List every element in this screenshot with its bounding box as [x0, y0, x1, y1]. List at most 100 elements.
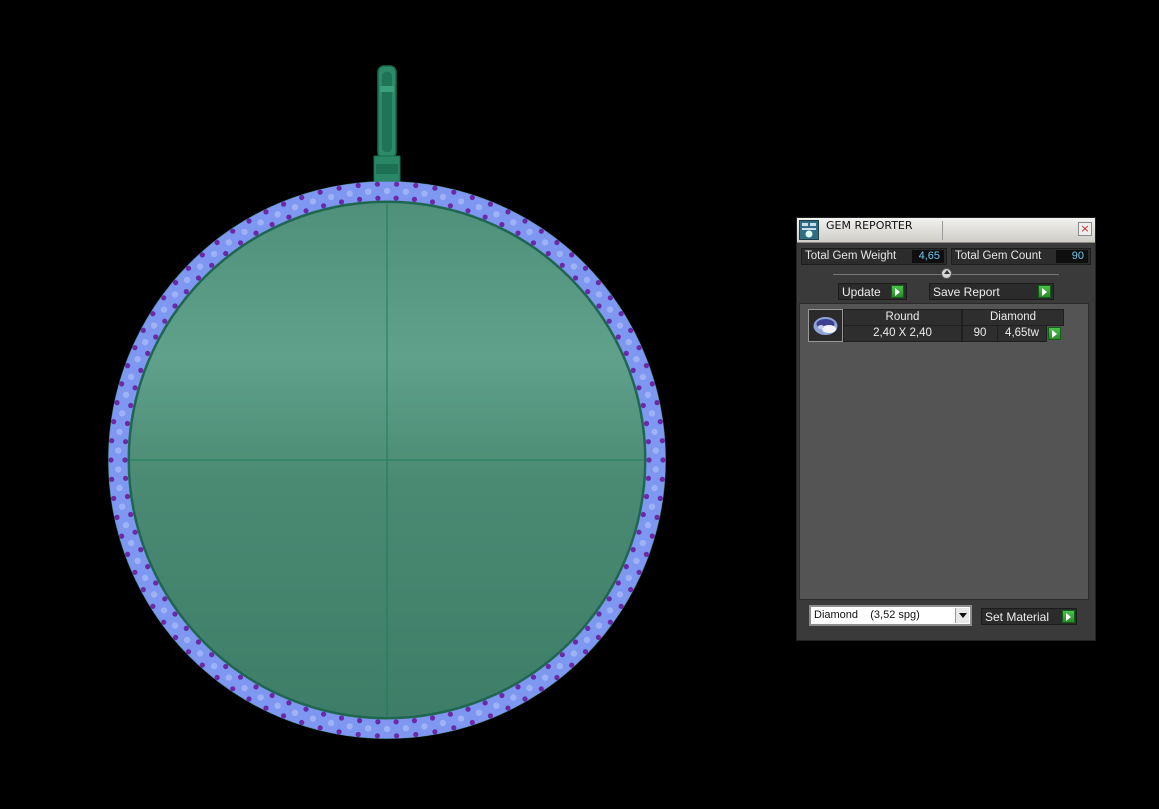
- gem-prong: [487, 713, 493, 719]
- gem-prong: [153, 334, 159, 340]
- gem-prong: [630, 547, 636, 553]
- gem-prong: [394, 733, 400, 739]
- gem-prong: [515, 684, 521, 690]
- gem-prong: [124, 420, 131, 427]
- gem-prong: [615, 334, 621, 340]
- panel-titlebar[interactable]: GEM REPORTER ×: [797, 218, 1095, 243]
- gem-prong: [185, 265, 192, 271]
- gem-stone: [128, 539, 135, 547]
- update-button[interactable]: Update: [838, 283, 907, 300]
- gem-count: 90: [962, 325, 998, 342]
- gem-prong: [530, 240, 537, 246]
- gem-prong: [393, 719, 399, 725]
- gem-stone: [210, 250, 218, 258]
- close-icon[interactable]: ×: [1078, 222, 1092, 236]
- gem-stone: [651, 428, 658, 436]
- gem-stone: [651, 484, 658, 492]
- gem-prong: [150, 603, 156, 609]
- gem-prong: [111, 495, 117, 501]
- gem-stone: [639, 539, 646, 547]
- gem-prong: [214, 239, 220, 246]
- gem-prong: [636, 345, 642, 351]
- gem-stone: [115, 466, 122, 473]
- gem-list[interactable]: Round Diamond 2,40 X 2,40 90 4,65tw: [799, 303, 1089, 600]
- gem-prong: [321, 711, 327, 717]
- gem-prong: [253, 684, 259, 690]
- gem-stone: [616, 322, 624, 329]
- gem-stone: [128, 373, 135, 381]
- chevron-down-icon[interactable]: [955, 608, 969, 623]
- gem-prong: [596, 611, 602, 617]
- gem-prong: [303, 208, 309, 214]
- gem-prong: [545, 663, 551, 670]
- gem-prong: [336, 185, 342, 191]
- gem-prong: [559, 652, 565, 658]
- gem-prong: [645, 439, 652, 445]
- gem-prong: [554, 674, 560, 681]
- gem-stone: [625, 338, 632, 346]
- gem-row-go-icon[interactable]: [1048, 327, 1061, 340]
- gem-stone: [160, 306, 168, 313]
- gem-prong: [199, 252, 205, 258]
- gem-prong: [628, 327, 634, 333]
- gem-prong: [375, 719, 381, 725]
- gem-prong: [303, 706, 309, 712]
- gem-prong: [447, 711, 453, 717]
- gem-prong: [572, 275, 579, 281]
- gem-stone: [160, 607, 168, 614]
- list-item[interactable]: Round Diamond 2,40 X 2,40 90 4,65tw: [808, 309, 1066, 343]
- gem-prong: [522, 696, 528, 702]
- panel-title: GEM REPORTER: [826, 219, 913, 232]
- gem-prong: [429, 715, 436, 721]
- gem-prong: [162, 318, 168, 324]
- gem-prong: [132, 529, 138, 535]
- gem-prong: [649, 533, 655, 539]
- gem-stone: [644, 521, 652, 529]
- gem-shape: Round: [843, 309, 962, 326]
- gem-prong: [545, 250, 551, 257]
- gem-prong: [623, 350, 629, 356]
- gem-prong: [628, 587, 634, 593]
- gem-prong: [643, 493, 650, 500]
- gem-stone: [625, 574, 632, 582]
- play-arrow-icon: [1038, 285, 1051, 298]
- save-report-button[interactable]: Save Report: [929, 283, 1054, 300]
- gem-stone: [241, 684, 248, 692]
- gem-stone: [365, 725, 372, 732]
- gem-stone: [526, 684, 533, 692]
- gem-prong: [505, 705, 511, 711]
- gem-prong: [299, 719, 305, 726]
- gem-stone: [150, 322, 158, 329]
- gem-prong: [432, 729, 438, 735]
- gem-prong: [393, 195, 399, 201]
- gem-prong: [660, 457, 666, 463]
- collapse-handle[interactable]: [941, 268, 952, 279]
- gem-stone: [327, 719, 335, 727]
- gem-prong: [125, 551, 131, 558]
- gem-prong: [505, 209, 511, 215]
- total-gem-count-label: Total Gem Count: [955, 250, 1042, 262]
- gem-prong: [132, 569, 138, 575]
- gem-prong: [595, 634, 602, 641]
- 3d-viewport[interactable]: [0, 0, 780, 805]
- play-arrow-icon: [891, 285, 904, 298]
- gem-stone: [648, 503, 656, 510]
- gem-prong: [623, 564, 629, 570]
- gem-prong: [538, 228, 544, 234]
- gem-prong: [199, 662, 205, 668]
- gem-reporter-panel: GEM REPORTER × Total Gem Weight 4,65 Tot…: [796, 217, 1096, 641]
- gem-prong: [299, 194, 305, 201]
- gem-prong: [482, 700, 488, 706]
- gem-stone: [225, 239, 233, 246]
- gem-prong: [554, 239, 560, 246]
- set-material-button[interactable]: Set Material: [981, 608, 1077, 625]
- gem-stone: [648, 410, 656, 417]
- total-gem-weight: Total Gem Weight 4,65: [801, 248, 947, 265]
- gem-prong: [253, 230, 259, 236]
- gem-prong: [108, 457, 114, 463]
- gem-prong: [615, 580, 621, 586]
- gem-stone: [439, 193, 447, 201]
- gem-stone: [115, 447, 122, 454]
- gem-prong: [150, 311, 156, 317]
- material-select[interactable]: Diamond (3,52 spg): [809, 605, 972, 626]
